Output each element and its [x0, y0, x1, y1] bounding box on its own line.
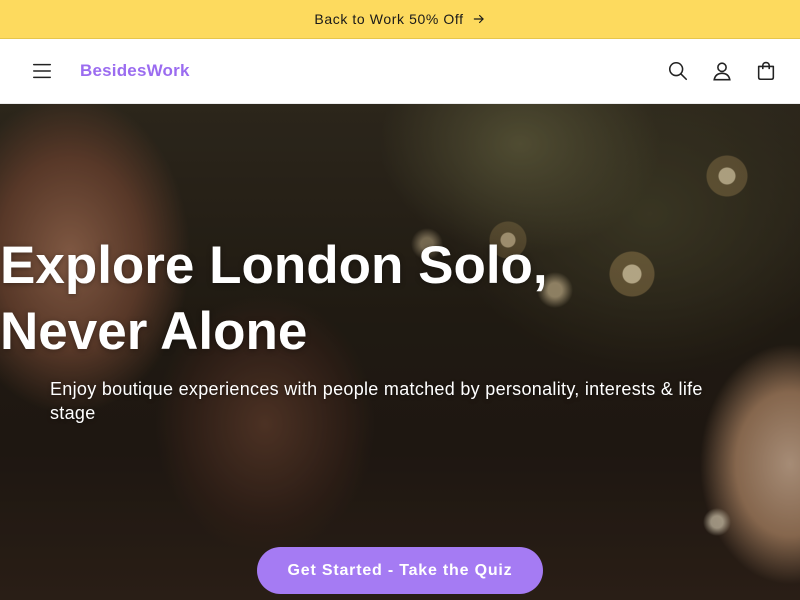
account-icon: [713, 62, 731, 81]
arrow-right-icon: [473, 14, 484, 24]
hamburger-menu-icon: [33, 63, 51, 79]
get-started-quiz-button[interactable]: Get Started - Take the Quiz: [257, 547, 543, 594]
cart-icon: [757, 61, 775, 81]
hero-title: Explore London Solo, Never Alone: [0, 233, 800, 365]
cart-button[interactable]: [754, 59, 778, 83]
header-icons: [666, 59, 778, 83]
hero-title-line-1: Explore London Solo,: [0, 236, 548, 295]
announcement-text: Back to Work 50% Off: [314, 11, 464, 27]
site-header: BesidesWork: [0, 39, 800, 104]
announcement-bar[interactable]: Back to Work 50% Off: [0, 0, 800, 39]
search-button[interactable]: [666, 59, 690, 83]
menu-button[interactable]: [30, 59, 54, 83]
hero-subtitle: Enjoy boutique experiences with people m…: [50, 379, 703, 423]
hero-title-line-2: Never Alone: [0, 302, 308, 361]
search-icon: [668, 61, 688, 81]
account-button[interactable]: [710, 59, 734, 83]
site-logo[interactable]: BesidesWork: [80, 61, 190, 81]
